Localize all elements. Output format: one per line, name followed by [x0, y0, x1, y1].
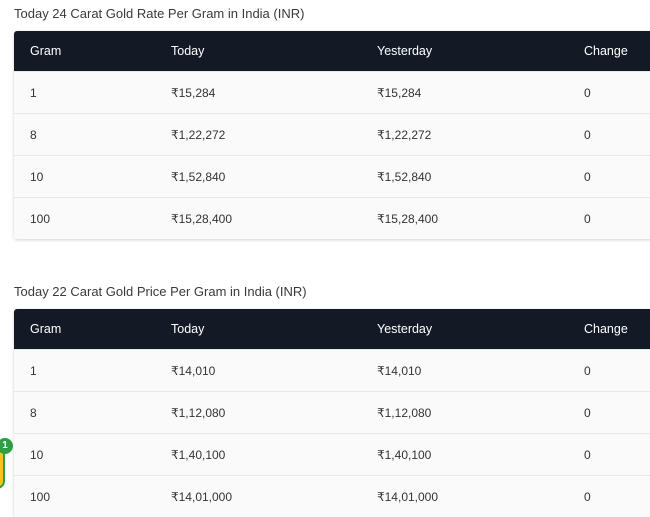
table-row: 8 ₹1,22,272 ₹1,22,272 0 — [14, 113, 650, 155]
table-header: Gram Today Yesterday Change — [14, 31, 650, 71]
cell-gram: 1 — [30, 363, 37, 378]
gold-22k-title: Today 22 Carat Gold Price Per Gram in In… — [14, 284, 307, 299]
table-row: 100 ₹15,28,400 ₹15,28,400 0 — [14, 197, 650, 239]
cell-yesterday: ₹1,40,100 — [377, 447, 432, 462]
header-gram: Gram — [30, 322, 62, 336]
cell-yesterday: ₹15,28,400 — [377, 211, 439, 226]
gold-24k-table: Gram Today Yesterday Change 1 ₹15,284 ₹1… — [14, 31, 650, 239]
cell-change: 0 — [584, 127, 591, 142]
cell-change: 0 — [584, 211, 591, 226]
header-change: Change — [584, 44, 628, 58]
table-row: 1 ₹15,284 ₹15,284 0 — [14, 71, 650, 113]
cell-gram: 10 — [30, 169, 44, 184]
cell-change: 0 — [584, 447, 591, 462]
cell-gram: 8 — [30, 405, 37, 420]
cell-yesterday: ₹1,22,272 — [377, 127, 432, 142]
gold-22k-table: Gram Today Yesterday Change 1 ₹14,010 ₹1… — [14, 309, 650, 517]
cell-today: ₹15,28,400 — [171, 211, 233, 226]
header-today: Today — [171, 44, 205, 58]
header-change: Change — [584, 322, 628, 336]
table-row: 10 ₹1,52,840 ₹1,52,840 0 — [14, 155, 650, 197]
cell-gram: 100 — [30, 211, 51, 226]
cell-change: 0 — [584, 405, 591, 420]
cell-today: ₹1,22,272 — [171, 127, 226, 142]
cell-change: 0 — [584, 489, 591, 504]
header-yesterday: Yesterday — [377, 44, 433, 58]
table-header: Gram Today Yesterday Change — [14, 309, 650, 349]
cell-today: ₹1,12,080 — [171, 405, 226, 420]
cell-yesterday: ₹15,284 — [377, 85, 422, 100]
gold-24k-section: Today 24 Carat Gold Rate Per Gram in Ind… — [14, 5, 650, 239]
cell-change: 0 — [584, 169, 591, 184]
table-row: 100 ₹14,01,000 ₹14,01,000 0 — [14, 475, 650, 517]
cell-gram: 10 — [30, 447, 44, 462]
header-gram: Gram — [30, 44, 62, 58]
cell-gram: 8 — [30, 127, 37, 142]
cell-gram: 1 — [30, 85, 37, 100]
header-yesterday: Yesterday — [377, 322, 433, 336]
notification-badge: 1 — [0, 438, 13, 454]
cell-change: 0 — [584, 363, 591, 378]
cell-yesterday: ₹14,01,000 — [377, 489, 439, 504]
cell-gram: 100 — [30, 489, 51, 504]
cell-yesterday: ₹1,12,080 — [377, 405, 432, 420]
cell-today: ₹1,40,100 — [171, 447, 226, 462]
table-row: 10 ₹1,40,100 ₹1,40,100 0 — [14, 433, 650, 475]
table-row: 1 ₹14,010 ₹14,010 0 — [14, 349, 650, 391]
gold-22k-section: Today 22 Carat Gold Price Per Gram in In… — [14, 283, 650, 517]
table-row: 8 ₹1,12,080 ₹1,12,080 0 — [14, 391, 650, 433]
header-today: Today — [171, 322, 205, 336]
cell-change: 0 — [584, 85, 591, 100]
cell-today: ₹14,010 — [171, 363, 216, 378]
cell-yesterday: ₹1,52,840 — [377, 169, 432, 184]
cell-yesterday: ₹14,010 — [377, 363, 422, 378]
gold-24k-title: Today 24 Carat Gold Rate Per Gram in Ind… — [14, 6, 305, 21]
cell-today: ₹14,01,000 — [171, 489, 233, 504]
cell-today: ₹1,52,840 — [171, 169, 226, 184]
cell-today: ₹15,284 — [171, 85, 216, 100]
